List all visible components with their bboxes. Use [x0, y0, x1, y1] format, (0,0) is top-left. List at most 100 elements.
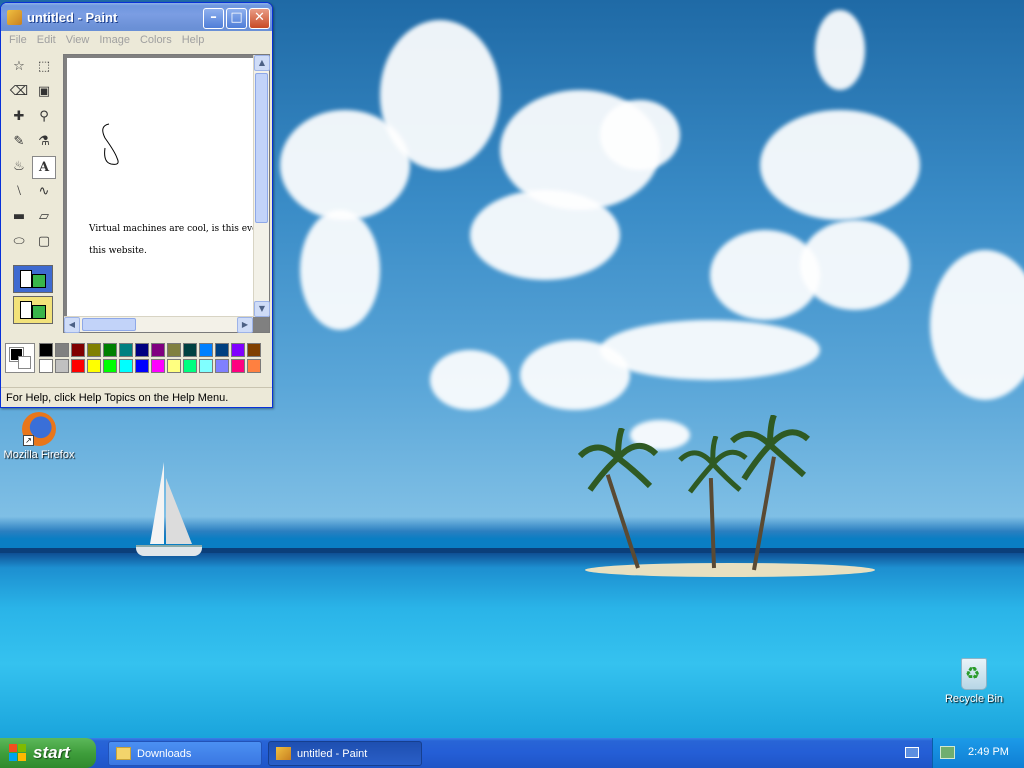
menu-help[interactable]: Help [177, 31, 210, 46]
menu-view[interactable]: View [61, 31, 95, 46]
horizontal-scrollbar[interactable]: ◀ ▶ [64, 316, 253, 333]
line-tool[interactable]: ⧵ [7, 181, 31, 204]
color-swatch[interactable] [135, 359, 149, 373]
scroll-thumb[interactable] [82, 318, 136, 331]
pick-color-tool[interactable]: ✚ [7, 106, 31, 129]
text-background-transparent-option[interactable] [13, 296, 53, 324]
title-bar[interactable]: untitled - Paint – □ ✕ [1, 3, 272, 31]
color-swatch[interactable] [55, 359, 69, 373]
close-button[interactable]: ✕ [249, 8, 270, 29]
color-swatch[interactable] [231, 359, 245, 373]
airbrush-tool[interactable]: ♨ [7, 156, 31, 179]
taskbar-button-paint[interactable]: untitled - Paint [268, 741, 422, 766]
taskbar-button-downloads[interactable]: Downloads [108, 741, 262, 766]
ellipse-tool[interactable]: ⬭ [7, 231, 31, 254]
taskbar-button-label: Downloads [137, 748, 192, 760]
drawing-canvas[interactable]: Virtual machines are cool, is this ever t… [67, 58, 254, 317]
desktop-icon-label: Mozilla Firefox [3, 449, 75, 461]
clock[interactable]: 2:49 PM [968, 746, 1009, 758]
color-swatch[interactable] [71, 359, 85, 373]
rounded-rectangle-tool[interactable]: ▢ [32, 231, 56, 254]
scroll-right-button[interactable]: ▶ [237, 317, 253, 333]
menu-image[interactable]: Image [94, 31, 135, 46]
color-swatch[interactable] [103, 359, 117, 373]
color-swatch[interactable] [215, 343, 229, 357]
color-swatch[interactable] [103, 343, 117, 357]
sailboat-hull [136, 545, 202, 556]
polygon-tool[interactable]: ▱ [32, 206, 56, 229]
brush-tool[interactable]: ⚗ [32, 131, 56, 154]
color-swatch[interactable] [167, 359, 181, 373]
menu-bar: File Edit View Image Colors Help [4, 31, 270, 50]
status-bar: For Help, click Help Topics on the Help … [1, 387, 272, 407]
start-label: start [33, 743, 70, 762]
paint-icon[interactable] [7, 10, 22, 25]
curve-tool[interactable]: ∿ [32, 181, 56, 204]
wallpaper-cloud [430, 350, 510, 410]
color-swatch[interactable] [119, 343, 133, 357]
maximize-icon: □ [230, 10, 243, 25]
scroll-down-button[interactable]: ▼ [254, 301, 270, 317]
desktop-icon-recycle-bin[interactable]: Recycle Bin [935, 658, 1013, 705]
color-palette [5, 341, 267, 377]
color-swatch[interactable] [183, 343, 197, 357]
select-tool[interactable]: ⬚ [32, 56, 56, 79]
shortcut-arrow-icon: ↗ [23, 435, 34, 446]
rectangle-tool[interactable]: ▬ [7, 206, 31, 229]
color-swatch[interactable] [71, 343, 85, 357]
taskbar-button-label: untitled - Paint [297, 748, 368, 760]
firefox-icon: ↗ [22, 412, 56, 446]
vertical-scrollbar[interactable]: ▲ ▼ [253, 55, 270, 317]
palm-fronds [578, 428, 658, 492]
island [585, 563, 875, 577]
color-swatch[interactable] [39, 343, 53, 357]
color-swatch[interactable] [119, 359, 133, 373]
color-swatch[interactable] [167, 343, 181, 357]
sea [0, 553, 1024, 738]
network-icon[interactable] [940, 746, 955, 759]
desktop-icon-firefox[interactable]: ↗ Mozilla Firefox [0, 412, 78, 461]
freehand-stroke [102, 123, 119, 165]
text-background-opaque-option[interactable] [13, 265, 53, 293]
scroll-left-button[interactable]: ◀ [64, 317, 80, 333]
text-tool[interactable]: A [32, 156, 56, 179]
color-swatch[interactable] [215, 359, 229, 373]
maximize-button[interactable]: □ [226, 8, 247, 29]
fill-with-color-tool[interactable]: ▣ [32, 81, 56, 104]
menu-file[interactable]: File [4, 31, 32, 46]
folder-icon [116, 747, 131, 760]
color-swatch[interactable] [247, 359, 261, 373]
color-swatch[interactable] [39, 359, 53, 373]
wallpaper-cloud [300, 210, 380, 330]
menu-colors[interactable]: Colors [135, 31, 177, 46]
keyboard-icon[interactable] [905, 747, 919, 758]
menu-edit[interactable]: Edit [32, 31, 61, 46]
free-form-select-tool[interactable]: ☆ [7, 56, 31, 79]
color-swatch[interactable] [151, 343, 165, 357]
color-swatch[interactable] [247, 343, 261, 357]
color-swatch[interactable] [87, 343, 101, 357]
wallpaper-cloud [380, 20, 500, 170]
color-swatch[interactable] [151, 359, 165, 373]
minimize-button[interactable]: – [203, 8, 224, 29]
paint-bucket-icon [20, 270, 32, 288]
color-swatch[interactable] [199, 343, 213, 357]
color-swatch[interactable] [55, 343, 69, 357]
scroll-up-button[interactable]: ▲ [254, 55, 270, 71]
paint-window[interactable]: untitled - Paint – □ ✕ File Edit View Image… [0, 2, 273, 408]
magnifier-tool[interactable]: ⚲ [32, 106, 56, 129]
color-swatch[interactable] [231, 343, 245, 357]
pencil-tool[interactable]: ✎ [7, 131, 31, 154]
start-button[interactable]: start [0, 738, 96, 768]
scroll-thumb[interactable] [255, 73, 268, 223]
canvas-text-line: Virtual machines are cool, is this ever [89, 224, 254, 234]
shape-icon [32, 305, 46, 319]
shape-icon [32, 274, 46, 288]
color-swatch[interactable] [199, 359, 213, 373]
color-swatch[interactable] [135, 343, 149, 357]
color-swatch[interactable] [183, 359, 197, 373]
taskbar: start Downloads untitled - Paint 2:49 PM [0, 738, 1024, 768]
wallpaper-cloud [930, 250, 1024, 400]
color-swatch[interactable] [87, 359, 101, 373]
eraser-tool[interactable]: ⌫ [7, 81, 31, 104]
